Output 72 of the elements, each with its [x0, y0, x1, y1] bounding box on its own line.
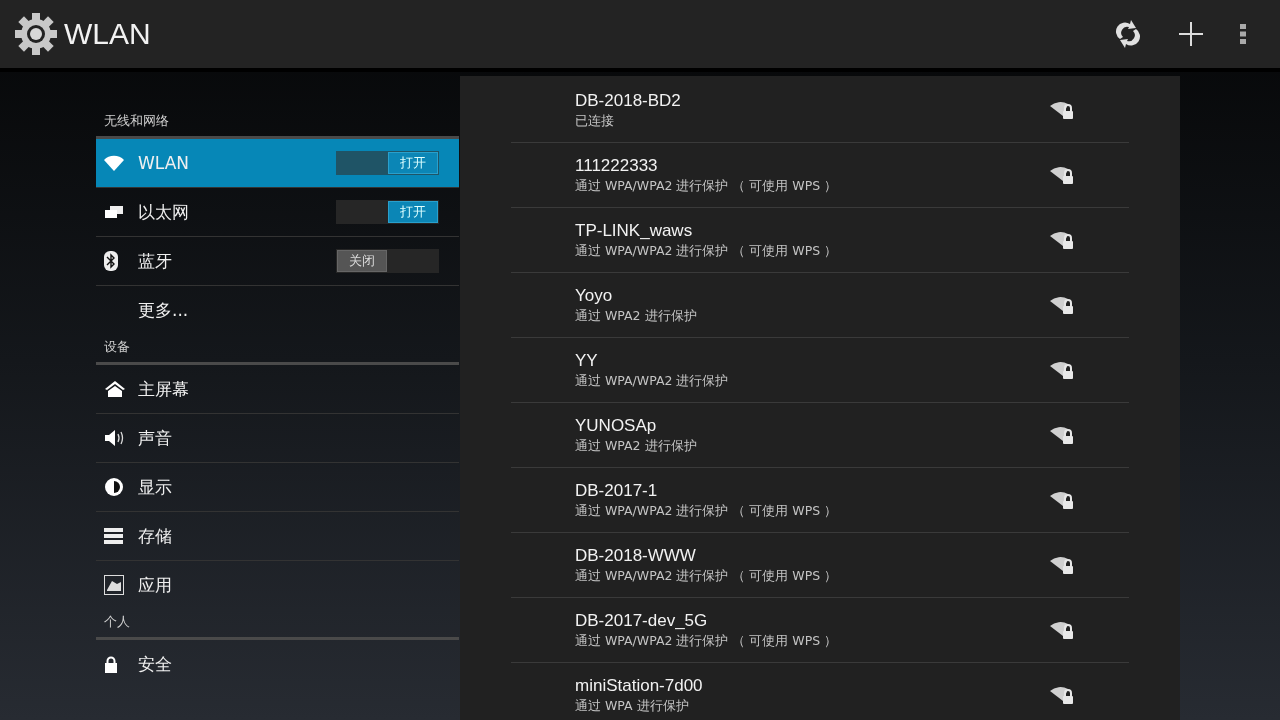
secured-wifi-icon: [1049, 555, 1075, 575]
network-name: Yoyo: [575, 285, 614, 306]
settings-item[interactable]: 应用: [96, 560, 459, 609]
secured-wifi-icon: [1049, 425, 1075, 445]
network-name: DB-2017-1: [575, 480, 659, 501]
speaker-icon: [104, 428, 126, 448]
secured-wifi-icon: [1049, 100, 1075, 120]
add-button[interactable]: [1178, 21, 1204, 47]
network-name: DB-2017-dev_5G: [575, 610, 709, 631]
secured-wifi-icon: [1049, 295, 1075, 315]
home-icon: [104, 380, 126, 398]
network-row[interactable]: DB-2018-WWW 通过 WPA/WPA2 进行保护 （ 可使用 WPS ）: [511, 532, 1129, 597]
window-title: WLAN: [64, 17, 152, 51]
settings-item[interactable]: 以太网 打开: [96, 187, 459, 236]
refresh-button[interactable]: [1114, 19, 1142, 49]
network-row[interactable]: 111222333 通过 WPA/WPA2 进行保护 （ 可使用 WPS ）: [511, 142, 1129, 207]
network-row[interactable]: DB-2017-dev_5G 通过 WPA/WPA2 进行保护 （ 可使用 WPS ）: [511, 597, 1129, 662]
network-row[interactable]: TP-LINK_waws 通过 WPA/WPA2 进行保护 （ 可使用 WPS ）: [511, 207, 1129, 272]
network-row[interactable]: miniStation-7d00 通过 WPA 进行保护: [511, 662, 1129, 720]
network-row[interactable]: DB-2018-BD2 已连接: [511, 78, 1129, 142]
network-status: 通过 WPA2 进行保护: [575, 437, 698, 455]
network-name: YY: [575, 350, 599, 371]
wifi-icon: [104, 155, 124, 171]
storage-icon: [104, 527, 123, 545]
section-header: 设备: [96, 334, 459, 365]
network-status: 通过 WPA/WPA2 进行保护 （ 可使用 WPS ）: [575, 242, 839, 260]
network-row[interactable]: YY 通过 WPA/WPA2 进行保护: [511, 337, 1129, 402]
network-row[interactable]: YUNOSAp 通过 WPA2 进行保护: [511, 402, 1129, 467]
settings-item[interactable]: 主屏幕: [96, 365, 459, 413]
settings-icon: [14, 12, 58, 56]
network-status: 通过 WPA/WPA2 进行保护 （ 可使用 WPS ）: [575, 177, 839, 195]
network-row[interactable]: Yoyo 通过 WPA2 进行保护: [511, 272, 1129, 337]
section-header: 个人: [96, 609, 459, 640]
secured-wifi-icon: [1049, 490, 1075, 510]
network-name: DB-2018-BD2: [575, 90, 682, 111]
switch-thumb: 打开: [388, 201, 438, 223]
toggle-switch[interactable]: 关闭: [336, 249, 439, 273]
brightness-icon: [104, 477, 124, 497]
secured-wifi-icon: [1049, 165, 1075, 185]
ethernet-icon: [104, 204, 124, 220]
bluetooth-icon: [104, 251, 118, 271]
network-status: 通过 WPA2 进行保护: [575, 307, 698, 325]
network-name: 111222333: [575, 155, 659, 176]
switch-thumb: 关闭: [337, 250, 387, 272]
network-name: miniStation-7d00: [575, 675, 704, 696]
secured-wifi-icon: [1049, 360, 1075, 380]
toggle-switch[interactable]: 打开: [336, 200, 439, 224]
network-name: DB-2018-WWW: [575, 545, 697, 566]
settings-item[interactable]: 更多...: [96, 285, 459, 334]
secured-wifi-icon: [1049, 230, 1075, 250]
network-name: TP-LINK_waws: [575, 220, 694, 241]
overflow-menu-button[interactable]: [1240, 24, 1246, 44]
network-status: 通过 WPA/WPA2 进行保护 （ 可使用 WPS ）: [575, 567, 839, 585]
lock-icon: [104, 655, 118, 673]
network-status: 通过 WPA/WPA2 进行保护 （ 可使用 WPS ）: [575, 502, 839, 520]
secured-wifi-icon: [1049, 620, 1075, 640]
settings-item[interactable]: WLAN 打开: [96, 139, 459, 187]
network-row[interactable]: DB-2017-1 通过 WPA/WPA2 进行保护 （ 可使用 WPS ）: [511, 467, 1129, 532]
toggle-switch[interactable]: 打开: [336, 151, 439, 175]
settings-item[interactable]: 存储: [96, 511, 459, 560]
settings-item[interactable]: 显示: [96, 462, 459, 511]
network-status: 通过 WPA/WPA2 进行保护: [575, 372, 730, 390]
settings-item[interactable]: 声音: [96, 413, 459, 462]
apps-icon: [104, 575, 124, 595]
switch-thumb: 打开: [388, 152, 438, 174]
network-status: 通过 WPA 进行保护: [575, 697, 690, 715]
secured-wifi-icon: [1049, 685, 1075, 705]
network-name: YUNOSAp: [575, 415, 658, 436]
settings-item[interactable]: 安全: [96, 640, 459, 688]
network-status: 通过 WPA/WPA2 进行保护 （ 可使用 WPS ）: [575, 632, 839, 650]
network-status: 已连接: [575, 112, 615, 130]
settings-item[interactable]: 蓝牙 关闭: [96, 236, 459, 285]
